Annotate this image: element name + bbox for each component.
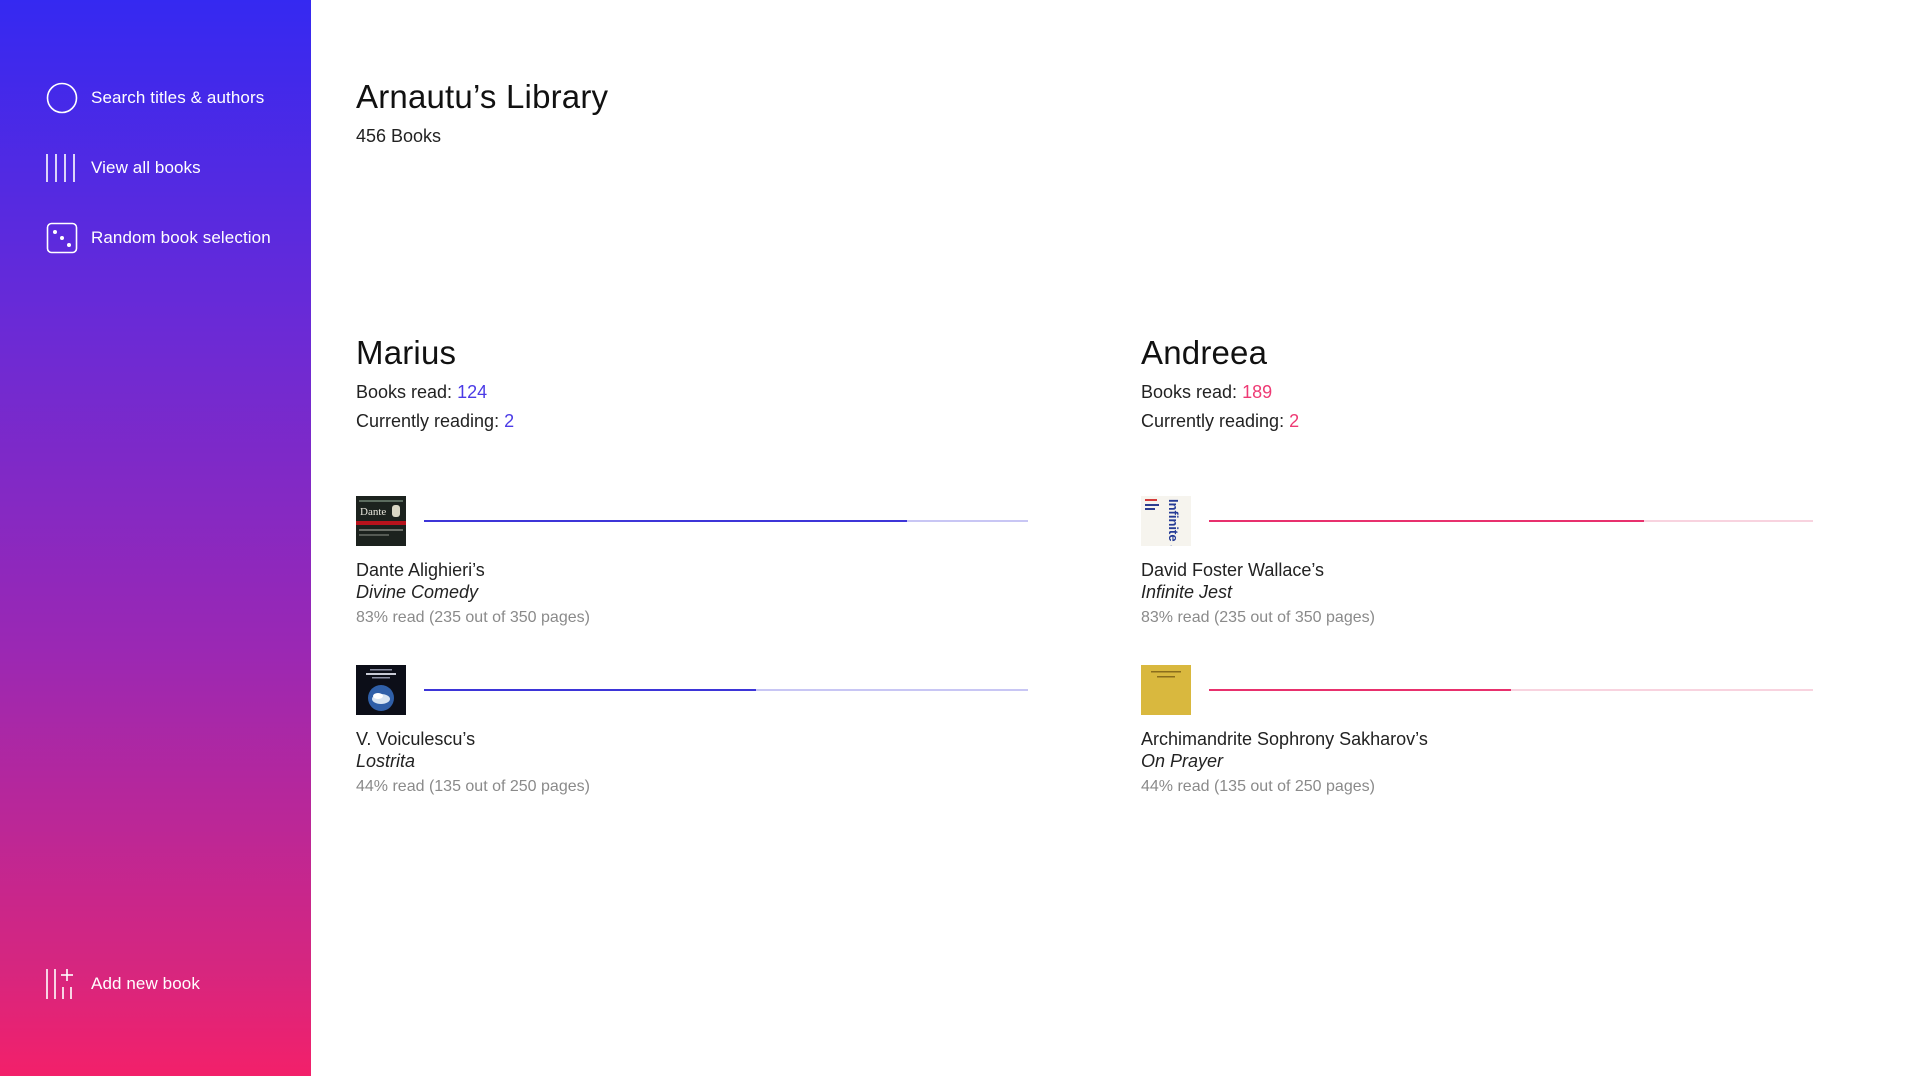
books-bars-icon	[44, 150, 80, 186]
reading-progress-fill	[1209, 520, 1644, 522]
books-read-stat: Books read: 189	[1141, 382, 1813, 402]
reader-section-marius: Marius Books read: 124 Currently reading…	[356, 334, 1028, 795]
view-all-books-nav-item[interactable]: View all books	[44, 150, 201, 186]
book-progress-text: 83% read (235 out of 350 pages)	[1141, 609, 1375, 626]
random-book-nav-item[interactable]: Random book selection	[44, 220, 271, 256]
book-item[interactable]: Infinite Jest David Foster Wallace’s Inf…	[1141, 496, 1813, 631]
search-circle-icon	[44, 80, 80, 116]
view-all-books-nav-label: View all books	[91, 158, 201, 177]
sidebar: Search titles & authors View all books R…	[0, 0, 311, 1076]
book-item[interactable]: Dante Dante Alighieri’s Divine Comedy 83…	[356, 496, 1028, 631]
currently-reading-count[interactable]: 2	[1289, 411, 1299, 431]
book-author: V. Voiculescu’s	[356, 729, 476, 749]
reading-progress-fill	[1209, 689, 1511, 691]
main-content: Arnautu’s Library 456 Books Marius Books…	[356, 0, 1920, 1076]
book-author: Dante Alighieri’s	[356, 560, 485, 580]
book-author: David Foster Wallace’s	[1141, 560, 1325, 580]
reading-progress-fill	[424, 520, 908, 522]
reading-progress-fill	[424, 689, 757, 691]
reading-progress-bar	[424, 520, 1028, 522]
book-title: Divine Comedy	[356, 582, 479, 602]
book-cover-on-prayer[interactable]	[1141, 665, 1191, 715]
library-book-count: 456 Books	[356, 126, 442, 146]
currently-reading-label: Currently reading:	[356, 411, 505, 431]
reader-name: Andreea	[1141, 334, 1268, 371]
book-progress-text: 44% read (135 out of 250 pages)	[1141, 778, 1375, 795]
reading-progress-bar	[1209, 689, 1813, 691]
books-read-label: Books read:	[356, 382, 458, 402]
currently-reading-count[interactable]: 2	[504, 411, 514, 431]
book-author: Archimandrite Sophrony Sakharov’s	[1141, 729, 1428, 749]
add-book-icon	[44, 966, 80, 1002]
book-progress-text: 83% read (235 out of 350 pages)	[356, 609, 590, 626]
book-cover-lostrita[interactable]	[356, 665, 406, 715]
reading-progress-bar	[1209, 520, 1813, 522]
cover-text: Infinite Jest	[1166, 499, 1181, 546]
currently-reading-stat: Currently reading: 2	[1141, 411, 1813, 431]
books-read-count[interactable]: 124	[457, 382, 487, 402]
currently-reading-stat: Currently reading: 2	[356, 411, 1028, 431]
books-read-stat: Books read: 124	[356, 382, 1028, 402]
add-new-book-nav-item[interactable]: Add new book	[44, 966, 200, 1002]
cover-text: Dante	[360, 506, 386, 518]
search-nav-label: Search titles & authors	[91, 88, 265, 107]
dice-icon	[44, 220, 80, 256]
book-progress-text: 44% read (135 out of 250 pages)	[356, 778, 590, 795]
book-title: Infinite Jest	[1141, 582, 1233, 602]
reader-section-andreea: Andreea Books read: 189 Currently readin…	[1141, 334, 1813, 795]
book-item[interactable]: Archimandrite Sophrony Sakharov’s On Pra…	[1141, 665, 1813, 800]
currently-reading-label: Currently reading:	[1141, 411, 1290, 431]
book-title: Lostrita	[356, 751, 416, 771]
books-read-label: Books read:	[1141, 382, 1243, 402]
book-title: On Prayer	[1141, 751, 1224, 771]
add-new-book-nav-label: Add new book	[91, 974, 200, 993]
library-title: Arnautu’s Library	[356, 78, 609, 115]
books-read-count[interactable]: 189	[1242, 382, 1272, 402]
random-book-nav-label: Random book selection	[91, 228, 271, 247]
book-cover-divine-comedy[interactable]: Dante	[356, 496, 406, 546]
reader-name: Marius	[356, 334, 457, 371]
book-item[interactable]: V. Voiculescu’s Lostrita 44% read (135 o…	[356, 665, 1028, 800]
book-cover-infinite-jest[interactable]: Infinite Jest	[1141, 496, 1191, 546]
reading-progress-bar	[424, 689, 1028, 691]
search-nav-item[interactable]: Search titles & authors	[44, 80, 264, 116]
